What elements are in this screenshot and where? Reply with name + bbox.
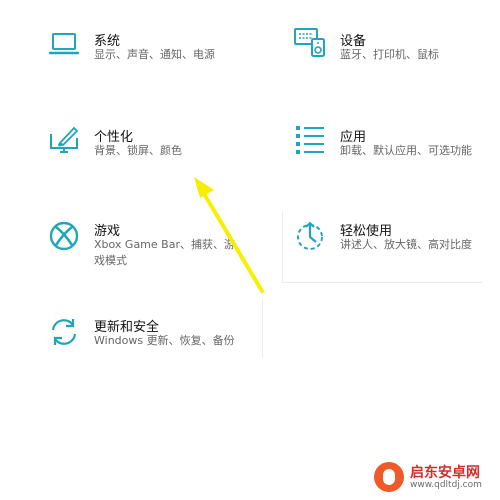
apps-icon — [294, 124, 326, 156]
devices-icon — [294, 26, 326, 58]
divider — [282, 212, 283, 282]
ease-of-access-icon — [294, 220, 326, 252]
tile-description: 蓝牙、打印机、鼠标 — [340, 48, 439, 61]
tile-description: Xbox Game Bar、捕获、游戏模式 — [94, 238, 235, 267]
watermark-title: 启东安卓网 — [410, 465, 480, 481]
watermark: 启东安卓网 www.qdltdj.com — [374, 460, 492, 494]
tile-system[interactable]: 系统 显示、声音、通知、电源 — [48, 28, 238, 68]
update-icon — [48, 316, 80, 348]
tile-description: 讲述人、放大镜、高对比度 — [340, 238, 472, 251]
tile-update-security[interactable]: 更新和安全 Windows 更新、恢复、备份 — [48, 316, 258, 356]
tile-description: 卸载、默认应用、可选功能 — [340, 144, 472, 157]
tile-devices[interactable]: 设备 蓝牙、打印机、鼠标 — [294, 26, 494, 66]
xbox-icon — [48, 220, 80, 252]
divider — [282, 282, 482, 283]
tile-description: 显示、声音、通知、电源 — [94, 48, 215, 61]
tile-gaming[interactable]: 游戏 Xbox Game Bar、捕获、游戏模式 — [48, 220, 258, 270]
tile-description: Windows 更新、恢复、备份 — [94, 334, 235, 347]
tile-personalization[interactable]: 个性化 背景、锁屏、颜色 — [48, 124, 238, 164]
personalization-icon — [48, 124, 80, 156]
tile-ease-of-access[interactable]: 轻松使用 讲述人、放大镜、高对比度 — [294, 220, 494, 260]
watermark-url: www.qdltdj.com — [410, 480, 482, 490]
divider — [262, 300, 263, 358]
watermark-logo-icon — [374, 462, 404, 492]
laptop-icon — [48, 28, 80, 60]
tile-apps[interactable]: 应用 卸载、默认应用、可选功能 — [294, 124, 494, 164]
tile-description: 背景、锁屏、颜色 — [94, 144, 182, 157]
